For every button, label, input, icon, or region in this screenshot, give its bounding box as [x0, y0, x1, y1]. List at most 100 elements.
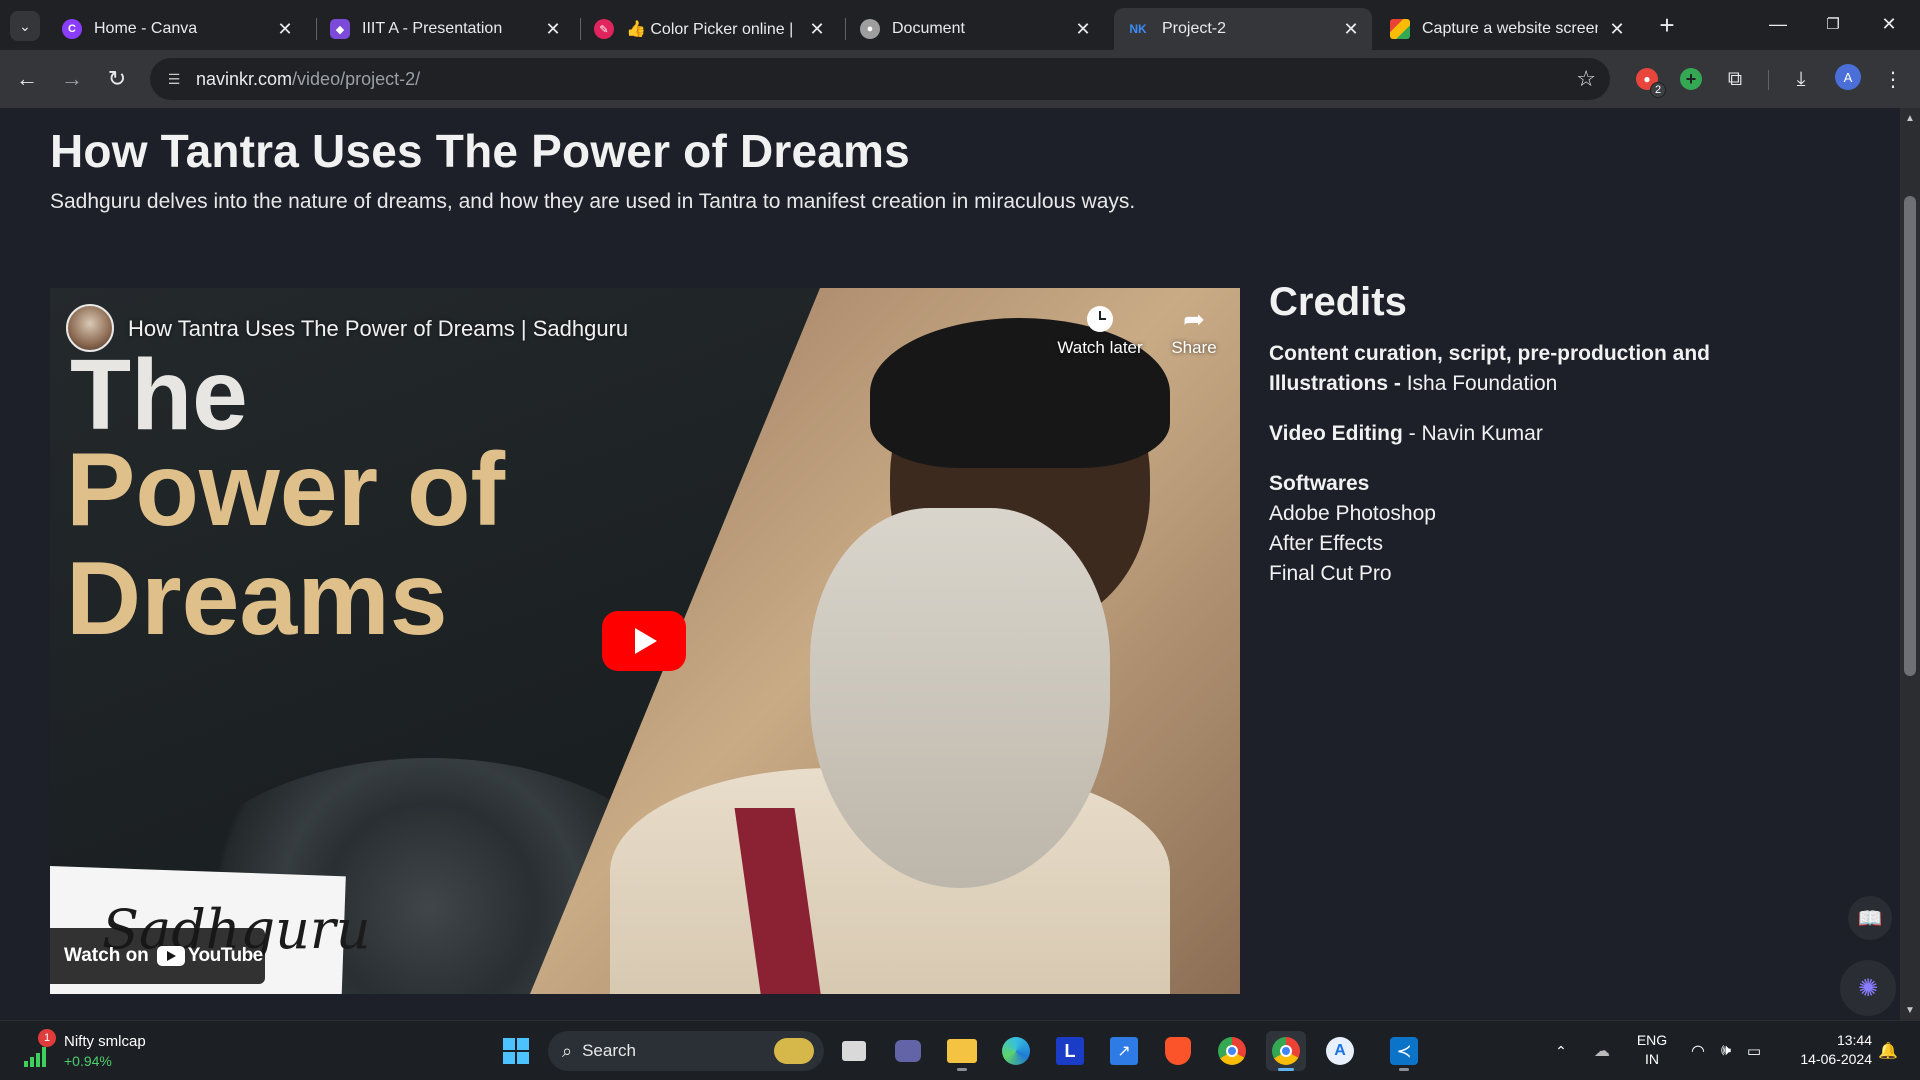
browser-toolbar: ← → ↻ ☰ navinkr.com/video/project-2/ ☆ ●… [0, 50, 1920, 108]
volume-icon[interactable]: 🕪 [1714, 1029, 1738, 1073]
task-view-icon[interactable] [834, 1031, 874, 1071]
tab-iiit-presentation[interactable]: ◆ IIIT A - Presentation ✕ [318, 8, 574, 50]
tab-color-picker[interactable]: ✎ 👍 Color Picker online | HE ✕ [582, 8, 838, 50]
tab-close-icon[interactable]: ✕ [274, 18, 296, 40]
credits-heading: Credits [1269, 280, 1407, 324]
widget-name: Nifty smlcap [64, 1033, 146, 1050]
watch-on-label: Watch on [64, 945, 149, 966]
tab-capture-screenshot[interactable]: Capture a website screensh ✕ [1378, 8, 1638, 50]
onedrive-offline-icon[interactable]: ☁ [1588, 1029, 1616, 1073]
youtube-play-logo-icon [156, 946, 185, 966]
stock-chart-icon [24, 1045, 52, 1067]
tab-close-icon[interactable]: ✕ [542, 18, 564, 40]
back-arrow-icon[interactable]: ← [12, 64, 42, 94]
tray-overflow-chevron-icon[interactable]: ⌃ [1548, 1029, 1574, 1073]
page-viewport: How Tantra Uses The Power of Dreams Sadh… [0, 108, 1900, 1020]
chrome-profile-active-icon[interactable] [1266, 1031, 1306, 1071]
taskbar-search-box[interactable]: ⌕ Search [548, 1031, 824, 1071]
credits-panel: Credits Content curation, script, pre-pr… [1269, 280, 1729, 609]
tab-close-icon[interactable]: ✕ [1606, 18, 1628, 40]
window-close-icon[interactable]: ✕ [1866, 6, 1912, 42]
language-region: IN [1645, 1051, 1659, 1067]
ai-assistant-brain-icon[interactable]: ✺ [1840, 960, 1896, 1016]
file-explorer-icon[interactable] [942, 1031, 982, 1071]
taskbar-search-label: Search [582, 1041, 636, 1060]
site-info-tune-icon[interactable]: ☰ [164, 69, 184, 89]
bookmark-star-icon[interactable]: ☆ [1576, 66, 1596, 92]
stock-widget[interactable]: 1 Nifty smlcap +0.94% [24, 1029, 174, 1073]
extension-green-icon[interactable]: + [1678, 66, 1704, 92]
scroll-thumb[interactable] [1904, 196, 1916, 676]
color-picker-favicon-icon: ✎ [594, 19, 614, 39]
brave-browser-icon[interactable] [1158, 1031, 1198, 1071]
reload-icon[interactable]: ↻ [102, 64, 132, 94]
extensions-puzzle-icon[interactable]: ⧉ [1722, 66, 1748, 92]
youtube-video-title[interactable]: How Tantra Uses The Power of Dreams | Sa… [128, 316, 628, 342]
url-text[interactable]: navinkr.com/video/project-2/ [196, 69, 420, 90]
extension-red-icon[interactable]: ● 2 [1634, 66, 1666, 98]
tab-title: IIIT A - Presentation [362, 20, 503, 37]
document-favicon-icon: ● [860, 19, 880, 39]
address-bar[interactable]: ☰ navinkr.com/video/project-2/ ☆ [150, 58, 1610, 100]
youtube-wordmark: YouTube [187, 945, 263, 966]
drawing-app-icon[interactable]: ↗ [1104, 1031, 1144, 1071]
edge-browser-icon[interactable] [996, 1031, 1036, 1071]
software-item: After Effects [1269, 532, 1383, 555]
tab-close-icon[interactable]: ✕ [806, 18, 828, 40]
forward-arrow-icon[interactable]: → [57, 64, 87, 94]
windows-start-icon[interactable] [496, 1031, 536, 1071]
battery-charging-icon[interactable]: ▭ [1742, 1029, 1766, 1073]
windows-taskbar: 1 Nifty smlcap +0.94% ⌕ Search L ↗ A ≺ ⌃… [0, 1020, 1920, 1080]
tab-project-2[interactable]: NK Project-2 ✕ [1114, 8, 1372, 50]
thumbnail-person-beard [810, 508, 1110, 888]
watch-later-button[interactable]: Watch later [1050, 302, 1150, 358]
new-tab-plus-icon[interactable]: + [1652, 10, 1682, 40]
tab-search-chevron-icon[interactable]: ⌄ [10, 11, 40, 41]
url-path: /video/project-2/ [292, 69, 421, 89]
page-scrollbar[interactable]: ▲ ▼ [1900, 108, 1920, 1020]
chrome-menu-kebab-icon[interactable]: ⋮ [1880, 66, 1906, 92]
browser-tabstrip: ⌄ C Home - Canva ✕ ◆ IIIT A - Presentati… [0, 0, 1920, 50]
thumbnail-text-power-of-dreams: Power of Dreams [66, 432, 506, 654]
lens-app-icon[interactable]: L [1050, 1031, 1090, 1071]
clock-date: 14-06-2024 [1800, 1051, 1872, 1067]
restore-icon[interactable]: ❐ [1810, 6, 1856, 42]
tab-close-icon[interactable]: ✕ [1340, 18, 1362, 40]
credit-softwares-label: Softwares [1269, 472, 1370, 495]
software-item: Adobe Photoshop [1269, 502, 1436, 525]
scroll-down-arrow-icon[interactable]: ▼ [1904, 1004, 1916, 1016]
tab-home-canva[interactable]: C Home - Canva ✕ [50, 8, 306, 50]
credit-video-editing: Video Editing - Navin Kumar [1269, 419, 1729, 449]
scroll-up-arrow-icon[interactable]: ▲ [1904, 112, 1916, 124]
share-arrow-icon: ➦ [1183, 303, 1205, 334]
youtube-embed[interactable]: The Power of Dreams Sadhguru How Tantra … [50, 288, 1240, 994]
tab-document[interactable]: ● Document ✕ [848, 8, 1104, 50]
page-subtitle: Sadhguru delves into the nature of dream… [50, 190, 1136, 213]
wifi-icon[interactable]: ◠ [1686, 1029, 1710, 1073]
profile-avatar[interactable]: A [1835, 64, 1861, 90]
minimize-icon[interactable]: — [1755, 6, 1801, 42]
search-icon: ⌕ [562, 1040, 573, 1061]
watch-on-youtube-button[interactable]: Watch on YouTube [50, 928, 265, 984]
vscode-icon[interactable]: ≺ [1384, 1031, 1424, 1071]
downloads-icon[interactable]: ⤓ [1788, 66, 1814, 92]
reading-mode-icon[interactable]: 📖 [1848, 896, 1892, 940]
credit-softwares: Softwares Adobe Photoshop After Effects … [1269, 469, 1729, 589]
language-indicator[interactable]: ENG IN [1630, 1031, 1674, 1069]
meet-video-icon[interactable] [888, 1031, 928, 1071]
system-clock[interactable]: 13:44 14-06-2024 [1776, 1031, 1872, 1069]
thumbnail-text-power-of: Power of [66, 432, 506, 548]
tab-close-icon[interactable]: ✕ [1072, 18, 1094, 40]
channel-avatar[interactable] [66, 304, 114, 352]
tab-title: Capture a website screensh [1422, 20, 1598, 37]
canva-favicon-icon: C [62, 19, 82, 39]
extension-badge: 2 [1650, 82, 1666, 98]
chrome-icon[interactable] [1212, 1031, 1252, 1071]
app-store-icon[interactable]: A [1320, 1031, 1360, 1071]
share-button[interactable]: ➦ Share [1144, 302, 1240, 358]
credit-content-value: Isha Foundation [1406, 372, 1558, 395]
url-domain: navinkr.com [196, 69, 293, 89]
play-button[interactable] [602, 611, 686, 671]
notification-bell-icon[interactable]: 🔔 [1876, 1029, 1900, 1073]
watch-later-label: Watch later [1057, 338, 1143, 357]
